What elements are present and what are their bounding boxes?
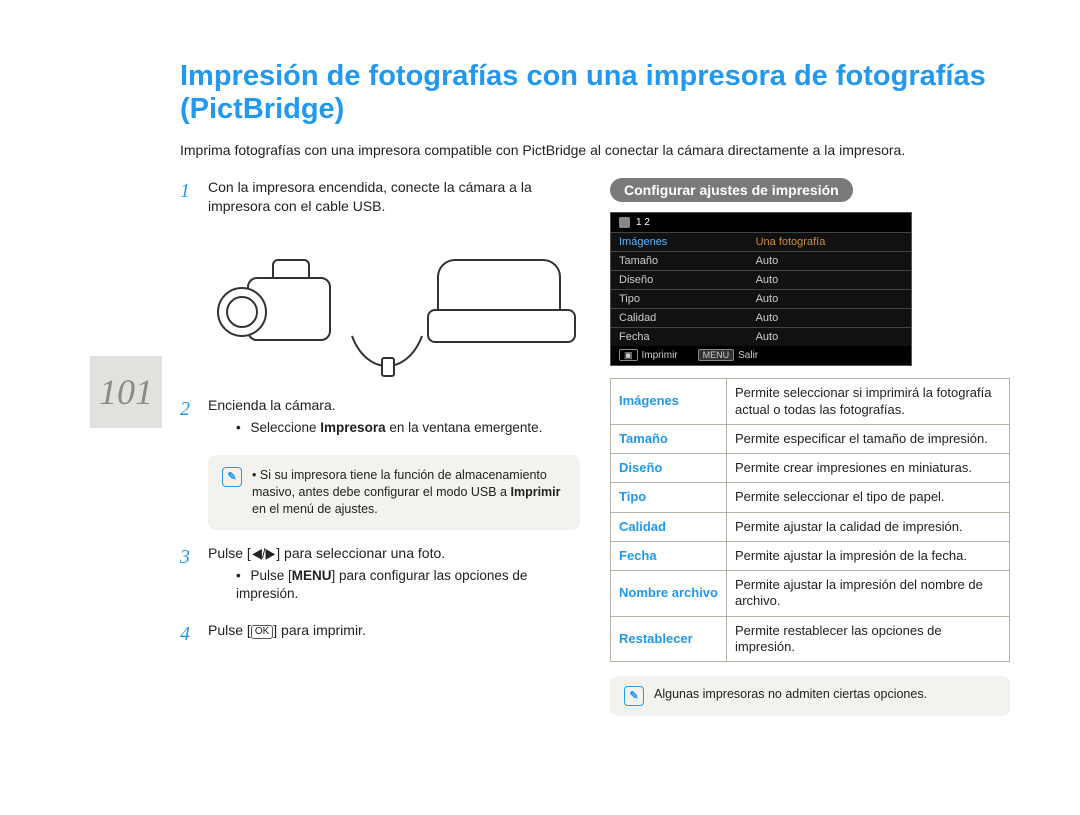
option-name: Diseño [611,454,727,483]
camera-icon [217,259,347,354]
table-row: RestablecerPermite restablecer las opcio… [611,616,1010,662]
option-description: Permite especificar el tamaño de impresi… [726,424,1009,453]
table-row: TamañoPermite especificar el tamaño de i… [611,424,1010,453]
lcd-row-value: Una fotografía [748,233,911,251]
left-right-arrow-icon: ◀/▶ [252,544,275,563]
lcd-row: ImágenesUna fotografía [611,232,911,251]
ok-button-icon: OK [251,625,273,639]
wrench-icon [619,217,630,228]
option-name: Tipo [611,483,727,512]
option-name: Nombre archivo [611,571,727,617]
option-description: Permite restablecer las opciones de impr… [726,616,1009,662]
table-row: DiseñoPermite crear impresiones en minia… [611,454,1010,483]
lcd-tabs: 1 2 [611,213,911,232]
note-icon: ✎ [624,686,644,706]
option-description: Permite crear impresiones en miniaturas. [726,454,1009,483]
lcd-row: DiseñoAuto [611,270,911,289]
right-column: Configurar ajustes de impresión 1 2 Imág… [610,178,1010,716]
step-number: 2 [180,396,198,445]
lcd-row-key: Tamaño [611,252,748,270]
step-text: Con la impresora encendida, conecte la c… [208,178,580,216]
options-table: ImágenesPermite seleccionar si imprimirá… [610,378,1010,662]
option-description: Permite seleccionar si imprimirá la foto… [726,379,1009,425]
print-button-icon: ▣ [619,349,638,361]
step-3: 3 Pulse [◀/▶] para seleccionar una foto.… [180,544,580,611]
lcd-row-key: Tipo [611,290,748,308]
step-bullet: Seleccione Impresora en la ventana emerg… [236,419,542,437]
option-name: Tamaño [611,424,727,453]
option-name: Imágenes [611,379,727,425]
step-text: Pulse [OK] para imprimir. [208,621,366,648]
lcd-row-value: Auto [748,328,911,346]
step-number: 3 [180,544,198,611]
step-number: 4 [180,621,198,648]
option-name: Calidad [611,512,727,541]
option-description: Permite ajustar la impresión del nombre … [726,571,1009,617]
lcd-row-value: Auto [748,271,911,289]
step-2: 2 Encienda la cámara. Seleccione Impreso… [180,396,580,445]
note-box-usb: ✎ • Si su impresora tiene la función de … [208,455,580,530]
option-name: Restablecer [611,616,727,662]
table-row: ImágenesPermite seleccionar si imprimirá… [611,379,1010,425]
lcd-row-value: Auto [748,252,911,270]
lcd-footer: ▣ Imprimir MENUSalir [611,346,911,365]
step-bullet: Pulse [MENU] para configurar las opcione… [236,567,580,603]
option-description: Permite seleccionar el tipo de papel. [726,483,1009,512]
lcd-row: TamañoAuto [611,251,911,270]
lcd-preview: 1 2 ImágenesUna fotografíaTamañoAutoDise… [610,212,912,366]
option-description: Permite ajustar la calidad de impresión. [726,512,1009,541]
connection-illustration [208,226,580,386]
lcd-exit-label: Salir [738,350,758,361]
lcd-row-key: Diseño [611,271,748,289]
step-1: 1 Con la impresora encendida, conecte la… [180,178,580,216]
table-row: TipoPermite seleccionar el tipo de papel… [611,483,1010,512]
table-row: CalidadPermite ajustar la calidad de imp… [611,512,1010,541]
lcd-row-key: Imágenes [611,233,748,251]
step-number: 1 [180,178,198,216]
page-title: Impresión de fotografías con una impreso… [180,60,1010,127]
step-text: Pulse [◀/▶] para seleccionar una foto. [208,544,580,563]
section-heading: Configurar ajustes de impresión [610,178,853,202]
intro-text: Imprima fotografías con una impresora co… [180,141,1010,161]
usb-cable-icon [347,326,427,386]
note-icon: ✎ [222,467,242,487]
lcd-tab-numbers: 1 2 [636,217,650,228]
table-row: Nombre archivoPermite ajustar la impresi… [611,571,1010,617]
lcd-row-key: Fecha [611,328,748,346]
left-column: 1 Con la impresora encendida, conecte la… [180,178,580,716]
table-row: FechaPermite ajustar la impresión de la … [611,541,1010,570]
lcd-print-label: Imprimir [642,350,678,361]
note-text: • Si su impresora tiene la función de al… [252,467,566,518]
note-text: Algunas impresoras no admiten ciertas op… [654,686,927,706]
lcd-row: TipoAuto [611,289,911,308]
page-number-tab: 101 [90,356,162,428]
note-box-printers: ✎ Algunas impresoras no admiten ciertas … [610,676,1010,716]
lcd-row: CalidadAuto [611,308,911,327]
option-description: Permite ajustar la impresión de la fecha… [726,541,1009,570]
option-name: Fecha [611,541,727,570]
lcd-row-value: Auto [748,290,911,308]
lcd-row: FechaAuto [611,327,911,346]
lcd-row-key: Calidad [611,309,748,327]
lcd-row-value: Auto [748,309,911,327]
step-4: 4 Pulse [OK] para imprimir. [180,621,580,648]
page-number: 101 [99,371,153,413]
step-text: Encienda la cámara. [208,396,542,415]
menu-button-icon: MENU [698,349,735,361]
printer-icon [427,259,572,354]
